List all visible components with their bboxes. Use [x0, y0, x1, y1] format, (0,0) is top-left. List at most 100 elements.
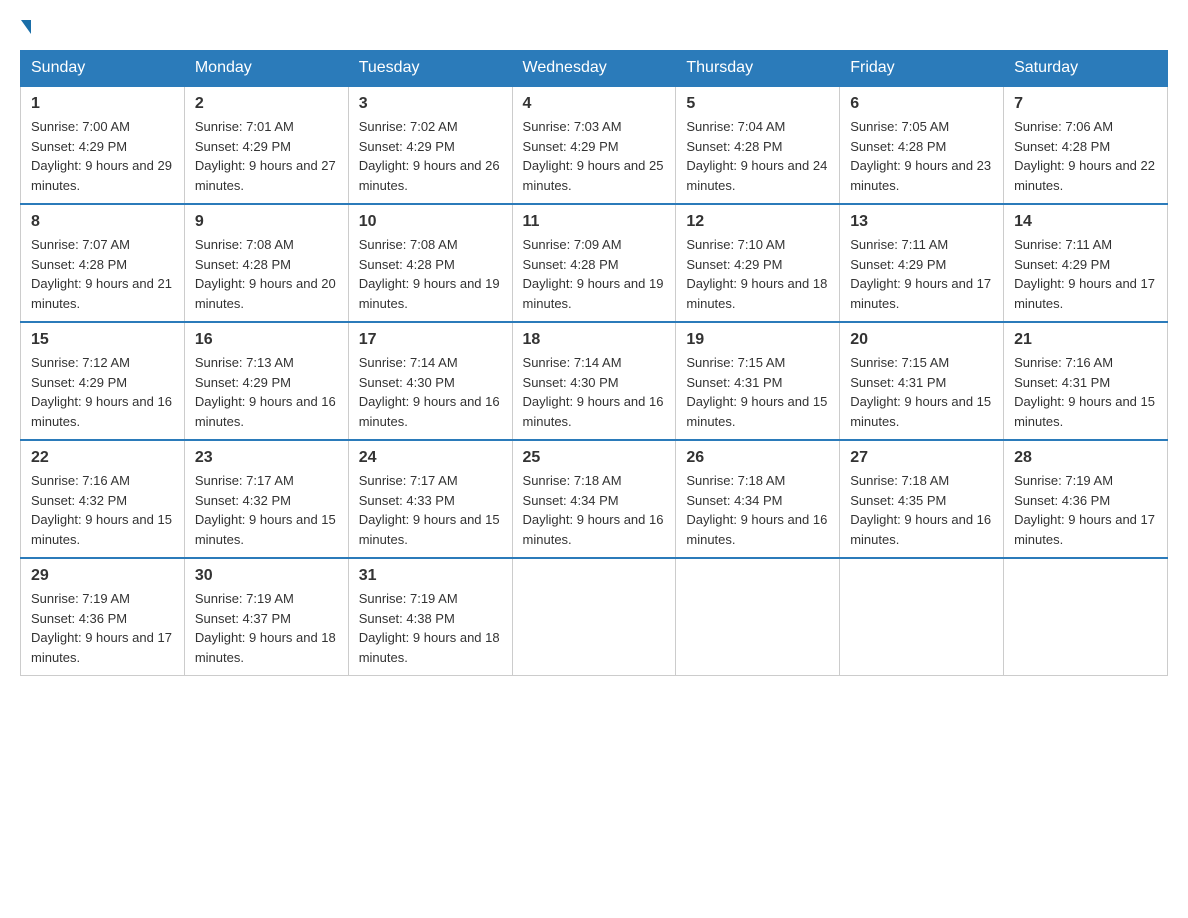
day-number: 10 [359, 213, 502, 231]
daylight-label: Daylight: 9 hours and 26 minutes. [359, 158, 500, 193]
calendar-week-row-5: 29 Sunrise: 7:19 AM Sunset: 4:36 PM Dayl… [21, 558, 1168, 676]
sunrise-label: Sunrise: 7:00 AM [31, 119, 130, 134]
day-number: 5 [686, 95, 829, 113]
day-number: 11 [523, 213, 666, 231]
sunset-label: Sunset: 4:31 PM [686, 375, 782, 390]
day-number: 29 [31, 567, 174, 585]
sunrise-label: Sunrise: 7:13 AM [195, 355, 294, 370]
sunrise-label: Sunrise: 7:01 AM [195, 119, 294, 134]
sunset-label: Sunset: 4:38 PM [359, 611, 455, 626]
weekday-header-thursday: Thursday [676, 51, 840, 87]
day-number: 20 [850, 331, 993, 349]
logo [20, 20, 32, 30]
daylight-label: Daylight: 9 hours and 27 minutes. [195, 158, 336, 193]
daylight-label: Daylight: 9 hours and 24 minutes. [686, 158, 827, 193]
calendar-cell [512, 558, 676, 676]
daylight-label: Daylight: 9 hours and 15 minutes. [850, 394, 991, 429]
day-info: Sunrise: 7:07 AM Sunset: 4:28 PM Dayligh… [31, 235, 174, 313]
calendar-cell: 30 Sunrise: 7:19 AM Sunset: 4:37 PM Dayl… [184, 558, 348, 676]
day-info: Sunrise: 7:13 AM Sunset: 4:29 PM Dayligh… [195, 353, 338, 431]
sunrise-label: Sunrise: 7:10 AM [686, 237, 785, 252]
calendar-cell: 14 Sunrise: 7:11 AM Sunset: 4:29 PM Dayl… [1004, 204, 1168, 322]
day-info: Sunrise: 7:19 AM Sunset: 4:38 PM Dayligh… [359, 589, 502, 667]
calendar-cell [676, 558, 840, 676]
daylight-label: Daylight: 9 hours and 16 minutes. [195, 394, 336, 429]
day-number: 22 [31, 449, 174, 467]
weekday-header-saturday: Saturday [1004, 51, 1168, 87]
sunrise-label: Sunrise: 7:15 AM [686, 355, 785, 370]
day-info: Sunrise: 7:19 AM Sunset: 4:36 PM Dayligh… [31, 589, 174, 667]
day-info: Sunrise: 7:04 AM Sunset: 4:28 PM Dayligh… [686, 117, 829, 195]
sunrise-label: Sunrise: 7:09 AM [523, 237, 622, 252]
daylight-label: Daylight: 9 hours and 19 minutes. [359, 276, 500, 311]
calendar-cell: 24 Sunrise: 7:17 AM Sunset: 4:33 PM Dayl… [348, 440, 512, 558]
calendar-table: SundayMondayTuesdayWednesdayThursdayFrid… [20, 50, 1168, 676]
day-info: Sunrise: 7:15 AM Sunset: 4:31 PM Dayligh… [686, 353, 829, 431]
sunset-label: Sunset: 4:28 PM [523, 257, 619, 272]
sunrise-label: Sunrise: 7:14 AM [359, 355, 458, 370]
calendar-cell: 15 Sunrise: 7:12 AM Sunset: 4:29 PM Dayl… [21, 322, 185, 440]
calendar-cell: 18 Sunrise: 7:14 AM Sunset: 4:30 PM Dayl… [512, 322, 676, 440]
sunset-label: Sunset: 4:35 PM [850, 493, 946, 508]
sunset-label: Sunset: 4:30 PM [523, 375, 619, 390]
sunset-label: Sunset: 4:32 PM [195, 493, 291, 508]
daylight-label: Daylight: 9 hours and 16 minutes. [850, 512, 991, 547]
day-info: Sunrise: 7:00 AM Sunset: 4:29 PM Dayligh… [31, 117, 174, 195]
sunset-label: Sunset: 4:28 PM [686, 139, 782, 154]
calendar-week-row-3: 15 Sunrise: 7:12 AM Sunset: 4:29 PM Dayl… [21, 322, 1168, 440]
daylight-label: Daylight: 9 hours and 17 minutes. [1014, 512, 1155, 547]
sunset-label: Sunset: 4:28 PM [359, 257, 455, 272]
day-info: Sunrise: 7:16 AM Sunset: 4:31 PM Dayligh… [1014, 353, 1157, 431]
daylight-label: Daylight: 9 hours and 15 minutes. [31, 512, 172, 547]
calendar-cell: 27 Sunrise: 7:18 AM Sunset: 4:35 PM Dayl… [840, 440, 1004, 558]
daylight-label: Daylight: 9 hours and 25 minutes. [523, 158, 664, 193]
calendar-cell: 8 Sunrise: 7:07 AM Sunset: 4:28 PM Dayli… [21, 204, 185, 322]
sunrise-label: Sunrise: 7:11 AM [850, 237, 948, 252]
calendar-cell: 25 Sunrise: 7:18 AM Sunset: 4:34 PM Dayl… [512, 440, 676, 558]
daylight-label: Daylight: 9 hours and 15 minutes. [1014, 394, 1155, 429]
calendar-cell: 28 Sunrise: 7:19 AM Sunset: 4:36 PM Dayl… [1004, 440, 1168, 558]
sunrise-label: Sunrise: 7:04 AM [686, 119, 785, 134]
calendar-cell: 29 Sunrise: 7:19 AM Sunset: 4:36 PM Dayl… [21, 558, 185, 676]
daylight-label: Daylight: 9 hours and 16 minutes. [359, 394, 500, 429]
sunset-label: Sunset: 4:31 PM [1014, 375, 1110, 390]
day-number: 28 [1014, 449, 1157, 467]
day-info: Sunrise: 7:17 AM Sunset: 4:33 PM Dayligh… [359, 471, 502, 549]
daylight-label: Daylight: 9 hours and 15 minutes. [359, 512, 500, 547]
calendar-cell: 9 Sunrise: 7:08 AM Sunset: 4:28 PM Dayli… [184, 204, 348, 322]
logo-triangle-icon [21, 20, 31, 34]
sunset-label: Sunset: 4:29 PM [31, 139, 127, 154]
day-info: Sunrise: 7:09 AM Sunset: 4:28 PM Dayligh… [523, 235, 666, 313]
sunrise-label: Sunrise: 7:18 AM [850, 473, 949, 488]
sunset-label: Sunset: 4:28 PM [850, 139, 946, 154]
day-info: Sunrise: 7:18 AM Sunset: 4:34 PM Dayligh… [686, 471, 829, 549]
sunset-label: Sunset: 4:29 PM [31, 375, 127, 390]
calendar-cell: 3 Sunrise: 7:02 AM Sunset: 4:29 PM Dayli… [348, 86, 512, 204]
day-number: 2 [195, 95, 338, 113]
day-number: 14 [1014, 213, 1157, 231]
sunrise-label: Sunrise: 7:03 AM [523, 119, 622, 134]
sunrise-label: Sunrise: 7:17 AM [195, 473, 294, 488]
sunrise-label: Sunrise: 7:18 AM [523, 473, 622, 488]
daylight-label: Daylight: 9 hours and 17 minutes. [850, 276, 991, 311]
day-info: Sunrise: 7:19 AM Sunset: 4:37 PM Dayligh… [195, 589, 338, 667]
sunrise-label: Sunrise: 7:19 AM [31, 591, 130, 606]
weekday-header-tuesday: Tuesday [348, 51, 512, 87]
day-info: Sunrise: 7:05 AM Sunset: 4:28 PM Dayligh… [850, 117, 993, 195]
calendar-cell [840, 558, 1004, 676]
day-info: Sunrise: 7:17 AM Sunset: 4:32 PM Dayligh… [195, 471, 338, 549]
sunrise-label: Sunrise: 7:07 AM [31, 237, 130, 252]
sunrise-label: Sunrise: 7:06 AM [1014, 119, 1113, 134]
day-info: Sunrise: 7:06 AM Sunset: 4:28 PM Dayligh… [1014, 117, 1157, 195]
calendar-cell: 20 Sunrise: 7:15 AM Sunset: 4:31 PM Dayl… [840, 322, 1004, 440]
sunset-label: Sunset: 4:32 PM [31, 493, 127, 508]
day-number: 17 [359, 331, 502, 349]
day-number: 27 [850, 449, 993, 467]
day-number: 13 [850, 213, 993, 231]
sunset-label: Sunset: 4:29 PM [359, 139, 455, 154]
sunset-label: Sunset: 4:34 PM [686, 493, 782, 508]
day-number: 24 [359, 449, 502, 467]
sunrise-label: Sunrise: 7:14 AM [523, 355, 622, 370]
calendar-cell: 2 Sunrise: 7:01 AM Sunset: 4:29 PM Dayli… [184, 86, 348, 204]
daylight-label: Daylight: 9 hours and 18 minutes. [359, 630, 500, 665]
